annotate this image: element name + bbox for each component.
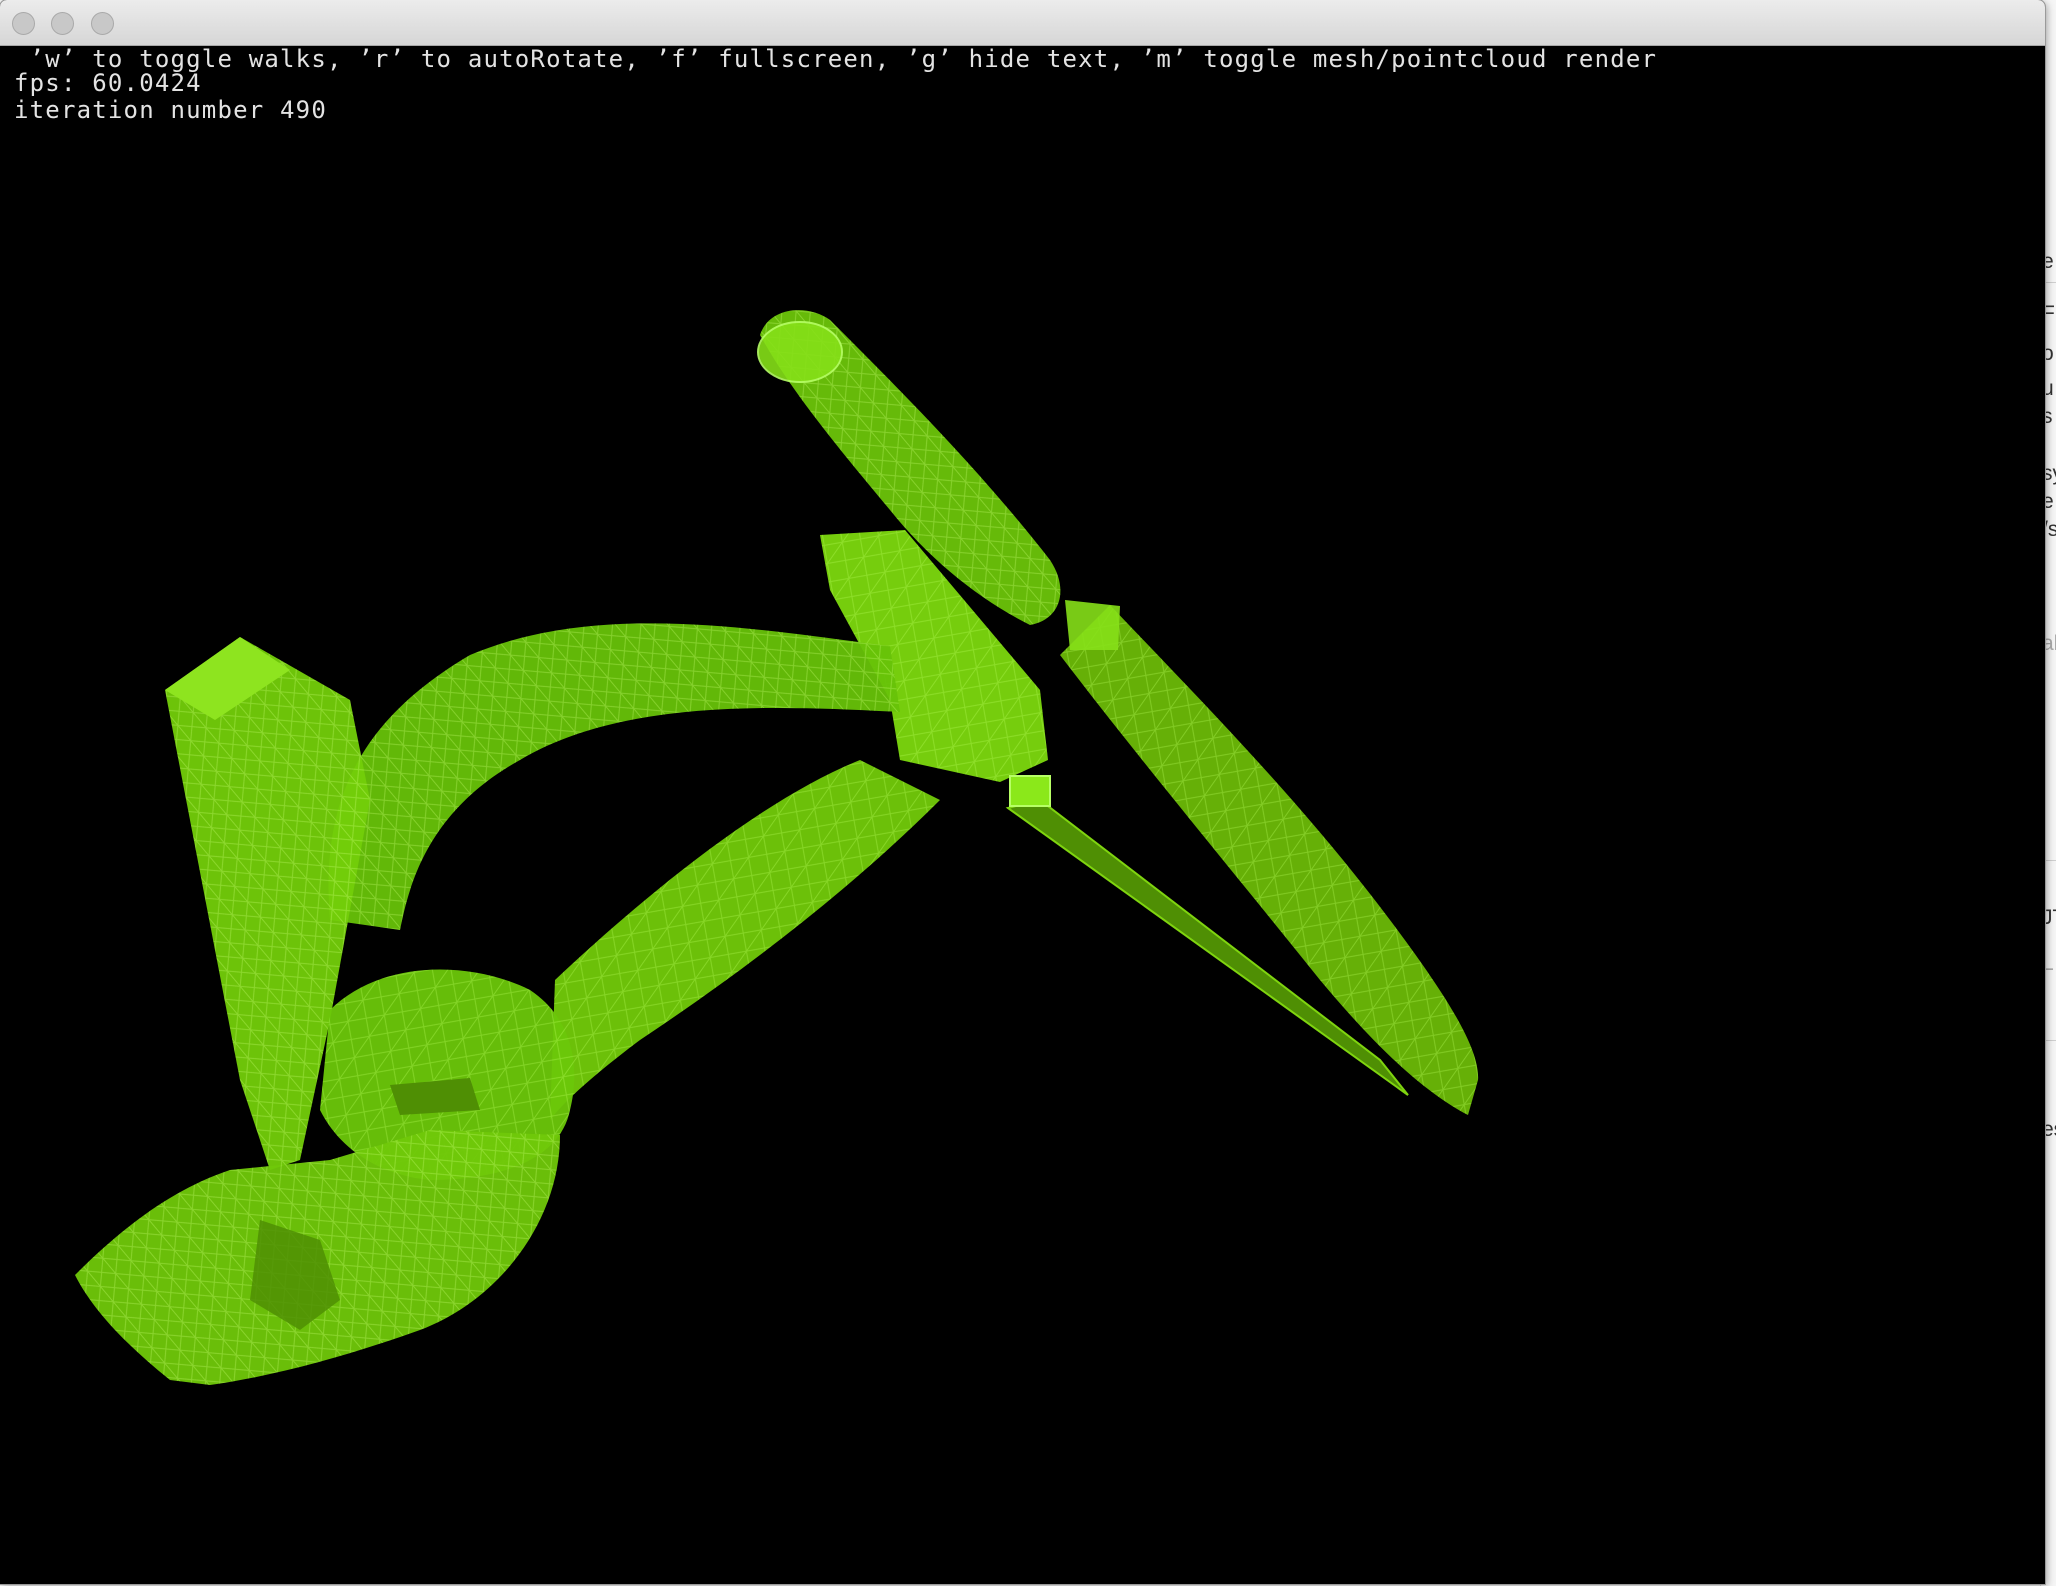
close-button[interactable] xyxy=(12,12,35,35)
iteration-readout: iteration number 490 xyxy=(14,96,327,124)
mesh-tube-right xyxy=(1060,605,1479,1115)
help-text: ’w’ to toggle walks, ’r’ to autoRotate, … xyxy=(14,45,1658,73)
render-viewport[interactable]: ’w’ to toggle walks, ’r’ to autoRotate, … xyxy=(0,46,2045,1584)
zoom-button[interactable] xyxy=(91,12,114,35)
mesh-render xyxy=(75,310,1479,1385)
minimize-button[interactable] xyxy=(51,12,74,35)
title-bar[interactable] xyxy=(0,0,2045,46)
mesh-tube-lower xyxy=(550,760,940,1120)
mesh-foot xyxy=(75,1130,560,1385)
fps-readout: fps: 60.0424 xyxy=(14,69,202,97)
app-window: ’w’ to toggle walks, ’r’ to autoRotate, … xyxy=(0,0,2045,1584)
